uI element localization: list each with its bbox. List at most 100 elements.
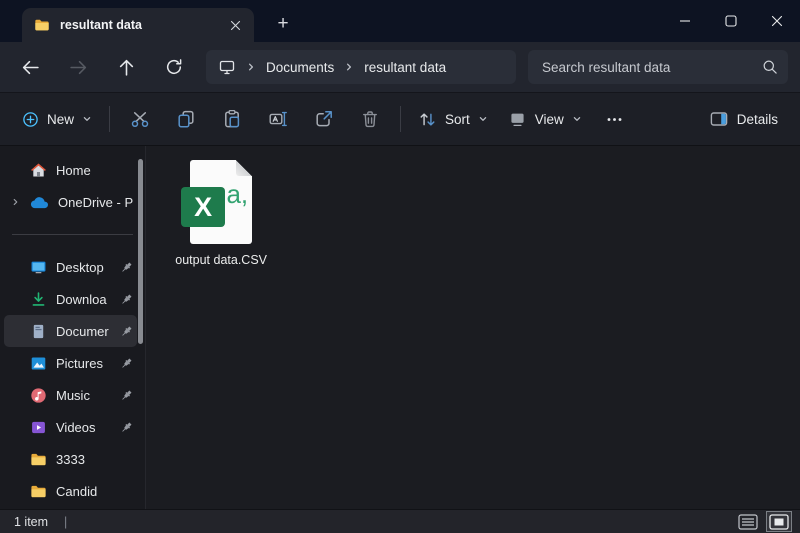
file-explorer-window: resultant data + bbox=[0, 0, 800, 533]
more-icon[interactable] bbox=[592, 100, 638, 138]
share-button[interactable] bbox=[301, 100, 347, 138]
sidebar-item-home[interactable]: Home bbox=[4, 154, 137, 186]
window-controls bbox=[662, 0, 800, 42]
chevron-right-icon bbox=[344, 62, 354, 72]
status-divider: | bbox=[64, 515, 67, 529]
excel-x-badge: X bbox=[181, 187, 225, 227]
sidebar-item-label: Music bbox=[56, 388, 111, 403]
pictures-icon bbox=[30, 355, 47, 372]
chevron-down-icon bbox=[478, 114, 488, 124]
sort-icon bbox=[418, 110, 437, 129]
file-name-label: output data.CSV bbox=[175, 253, 267, 267]
sort-button-label: Sort bbox=[445, 112, 470, 127]
home-icon bbox=[30, 162, 47, 179]
item-count-label: 1 item bbox=[14, 515, 48, 529]
pin-icon bbox=[120, 421, 133, 434]
sidebar-item-label: Documer bbox=[56, 324, 111, 339]
sidebar-item-pictures[interactable]: Pictures bbox=[4, 347, 137, 379]
copy-button[interactable] bbox=[163, 100, 209, 138]
sort-button[interactable]: Sort bbox=[408, 100, 498, 138]
folder-icon bbox=[30, 483, 47, 500]
folder-icon bbox=[30, 451, 47, 468]
sidebar-item-label: 3333 bbox=[56, 452, 133, 467]
csv-a-glyph: a, bbox=[226, 181, 248, 207]
delete-button[interactable] bbox=[347, 100, 393, 138]
up-icon[interactable] bbox=[108, 50, 144, 84]
breadcrumb-documents[interactable]: Documents bbox=[266, 60, 334, 75]
rename-button[interactable] bbox=[255, 100, 301, 138]
pin-icon bbox=[120, 389, 133, 402]
content-area: Home OneDrive - P bbox=[0, 146, 800, 509]
videos-icon bbox=[30, 419, 47, 436]
details-button[interactable]: Details bbox=[699, 100, 788, 138]
toolbar-divider bbox=[400, 106, 401, 132]
folder-icon bbox=[34, 17, 50, 33]
paste-button[interactable] bbox=[209, 100, 255, 138]
this-pc-icon[interactable] bbox=[218, 58, 236, 76]
pin-icon bbox=[120, 293, 133, 306]
pin-icon bbox=[120, 357, 133, 370]
search-input[interactable] bbox=[540, 59, 754, 76]
sidebar: Home OneDrive - P bbox=[0, 146, 146, 509]
sidebar-item-label: OneDrive - P bbox=[58, 195, 133, 210]
downloads-icon bbox=[30, 291, 47, 308]
back-icon[interactable] bbox=[12, 50, 48, 84]
command-bar: New bbox=[0, 92, 800, 146]
sidebar-item-videos[interactable]: Videos bbox=[4, 411, 137, 443]
cut-button[interactable] bbox=[117, 100, 163, 138]
sidebar-item-label: Candid bbox=[56, 484, 133, 499]
details-button-label: Details bbox=[737, 112, 778, 127]
sidebar-divider bbox=[12, 234, 133, 235]
chevron-down-icon bbox=[572, 114, 582, 124]
music-icon bbox=[30, 387, 47, 404]
large-icons-view-icon[interactable] bbox=[766, 511, 792, 532]
status-bar: 1 item | bbox=[0, 509, 800, 533]
desktop-icon bbox=[30, 259, 47, 276]
sidebar-scrollbar[interactable] bbox=[138, 159, 143, 344]
pin-icon bbox=[120, 325, 133, 338]
sidebar-item-label: Home bbox=[56, 163, 133, 178]
sidebar-item-desktop[interactable]: Desktop bbox=[4, 251, 137, 283]
view-button-label: View bbox=[535, 112, 564, 127]
tab-close-icon[interactable] bbox=[224, 14, 246, 36]
new-button-label: New bbox=[47, 112, 74, 127]
sidebar-item-label: Desktop bbox=[56, 260, 111, 275]
sidebar-item-candid[interactable]: Candid bbox=[4, 475, 137, 507]
search-box bbox=[528, 50, 788, 84]
sidebar-item-label: Videos bbox=[56, 420, 111, 435]
view-button[interactable]: View bbox=[498, 100, 592, 138]
explorer-tab[interactable]: resultant data bbox=[22, 8, 254, 42]
onedrive-icon bbox=[30, 196, 49, 209]
navigation-bar: Documents resultant data bbox=[0, 42, 800, 92]
sidebar-item-downloads[interactable]: Downloa bbox=[4, 283, 137, 315]
toolbar-divider bbox=[109, 106, 110, 132]
view-toggle-group bbox=[735, 511, 792, 532]
refresh-icon[interactable] bbox=[156, 50, 192, 84]
window-close-icon[interactable] bbox=[754, 0, 800, 42]
minimize-icon[interactable] bbox=[662, 0, 708, 42]
maximize-icon[interactable] bbox=[708, 0, 754, 42]
search-icon[interactable] bbox=[762, 59, 778, 75]
sidebar-item-3333[interactable]: 3333 bbox=[4, 443, 137, 475]
forward-icon[interactable] bbox=[60, 50, 96, 84]
breadcrumb-resultant-data[interactable]: resultant data bbox=[364, 60, 446, 75]
list-view-icon[interactable] bbox=[735, 511, 761, 532]
sidebar-item-onedrive[interactable]: OneDrive - P bbox=[4, 186, 137, 218]
documents-icon bbox=[30, 323, 47, 340]
chevron-right-icon[interactable] bbox=[11, 198, 20, 207]
sidebar-item-documents[interactable]: Documer bbox=[4, 315, 137, 347]
titlebar: resultant data + bbox=[0, 0, 800, 42]
file-item-output-data-csv[interactable]: a, X output data.CSV bbox=[169, 160, 273, 267]
new-tab-button[interactable]: + bbox=[268, 9, 298, 39]
breadcrumb: Documents resultant data bbox=[206, 50, 516, 84]
view-icon bbox=[508, 110, 527, 129]
csv-file-icon: a, X bbox=[190, 160, 252, 244]
new-plus-icon bbox=[22, 111, 39, 128]
pin-icon bbox=[120, 261, 133, 274]
sidebar-item-music[interactable]: Music bbox=[4, 379, 137, 411]
sidebar-item-label: Pictures bbox=[56, 356, 111, 371]
chevron-right-icon bbox=[246, 62, 256, 72]
file-list-area[interactable]: a, X output data.CSV bbox=[146, 146, 800, 509]
csv-dogear-shape bbox=[236, 160, 252, 176]
new-button[interactable]: New bbox=[12, 100, 102, 138]
